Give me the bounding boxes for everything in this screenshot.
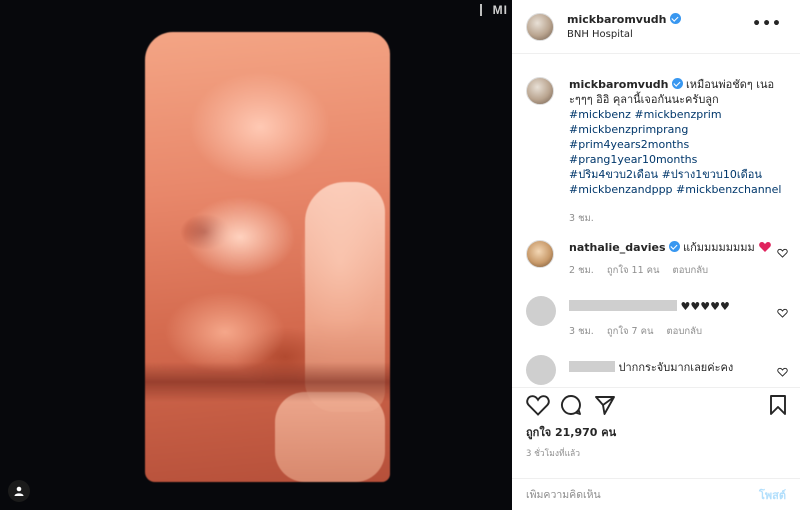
- hashtag-line[interactable]: #prim4years2months: [569, 137, 788, 152]
- post-comment-button[interactable]: โพสต์: [759, 486, 786, 504]
- add-comment-input[interactable]: [526, 489, 759, 501]
- hashtag-thai-prang[interactable]: #ปราง1ขวบ10เดือน: [662, 168, 762, 181]
- comment-item: ♥♥♥♥♥ 3 ชม. ถูกใจ 7 คน ตอบกลับ: [526, 296, 788, 339]
- comment-likes[interactable]: ถูกใจ 11 คน: [607, 265, 660, 276]
- red-heart-icon: [759, 241, 772, 252]
- like-heart-icon[interactable]: [526, 394, 550, 416]
- comment-text: แก้มมมมมมมม: [683, 241, 755, 254]
- comment-item: ปากกระจับมากเลยค่ะคง: [526, 355, 788, 385]
- redacted-username: [569, 300, 677, 311]
- author-username[interactable]: mickbaromvudh: [567, 13, 667, 26]
- posted-time[interactable]: 3 ชั่วโมงที่แล้ว: [526, 446, 580, 460]
- commenter-avatar[interactable]: [526, 240, 554, 268]
- comments-section[interactable]: mickbaromvudh เหมือนพ่อชัดๆ เนอะๆๆๆ อิอิ…: [512, 55, 800, 386]
- add-comment-bar: โพสต์: [512, 478, 800, 510]
- caption-time[interactable]: 3 ชม.: [569, 213, 594, 224]
- ultrasound-image: [145, 32, 390, 482]
- like-comment-heart-icon[interactable]: [777, 248, 788, 258]
- share-send-icon[interactable]: [594, 394, 616, 416]
- likes-count[interactable]: ถูกใจ 21,970 คน: [526, 423, 616, 441]
- hashtag-thai-prim[interactable]: #ปริม4ขวบ2เดือน: [569, 168, 658, 181]
- commenter-username[interactable]: nathalie_davies: [569, 241, 666, 254]
- hashtag-line[interactable]: #mickbenzandppp #mickbenzchannel: [569, 182, 788, 197]
- user-tag-button[interactable]: [8, 480, 30, 502]
- bookmark-save-icon[interactable]: [768, 394, 788, 416]
- media-overlay-bar: [480, 4, 482, 16]
- comment-text: ปากกระจับมากเลยค่ะคง: [618, 361, 734, 374]
- post-actions: ถูกใจ 21,970 คน 3 ชั่วโมงที่แล้ว โพสต์: [512, 387, 800, 510]
- scan-hand2-shape: [275, 392, 385, 482]
- like-comment-heart-icon[interactable]: [777, 308, 788, 318]
- verified-badge-icon: [668, 241, 680, 252]
- hashtag-line[interactable]: #prang1year10months: [569, 152, 788, 167]
- comment-bubble-icon[interactable]: [560, 394, 582, 416]
- user-icon: [14, 486, 24, 496]
- author-avatar[interactable]: [526, 12, 554, 41]
- hashtag-line[interactable]: #mickbenzprimprang: [569, 122, 788, 137]
- commenter-avatar[interactable]: [526, 355, 556, 385]
- caption-comment: mickbaromvudh เหมือนพ่อชัดๆ เนอะๆๆๆ อิอิ…: [526, 77, 788, 226]
- comment-time[interactable]: 2 ชม.: [569, 265, 594, 276]
- caption-author-avatar[interactable]: [526, 77, 554, 105]
- comment-likes[interactable]: ถูกใจ 7 คน: [607, 326, 654, 337]
- post-header: mickbaromvudh BNH Hospital •••: [512, 0, 800, 54]
- commenter-avatar[interactable]: [526, 296, 556, 326]
- comment-text: ♥♥♥♥♥: [680, 300, 730, 313]
- hashtag-line[interactable]: #mickbenz #mickbenzprim: [569, 107, 788, 122]
- like-comment-heart-icon[interactable]: [777, 367, 788, 377]
- post-side-panel: mickbaromvudh BNH Hospital ••• mickbarom…: [512, 0, 800, 510]
- reply-button[interactable]: ตอบกลับ: [673, 265, 709, 276]
- comment-item: nathalie_davies แก้มมมมมมมม 2 ชม. ถูกใจ …: [526, 240, 788, 278]
- reply-button[interactable]: ตอบกลับ: [667, 326, 703, 337]
- scan-shadow: [145, 362, 390, 402]
- post-media[interactable]: MI: [0, 0, 512, 510]
- redacted-username: [569, 361, 615, 372]
- post-location[interactable]: BNH Hospital: [567, 29, 681, 40]
- verified-badge-icon: [671, 78, 683, 89]
- caption-username[interactable]: mickbaromvudh: [569, 78, 669, 91]
- more-options-button[interactable]: •••: [752, 16, 782, 32]
- media-overlay-text: MI: [492, 3, 508, 17]
- verified-badge-icon: [669, 13, 681, 24]
- comment-time[interactable]: 3 ชม.: [569, 326, 594, 337]
